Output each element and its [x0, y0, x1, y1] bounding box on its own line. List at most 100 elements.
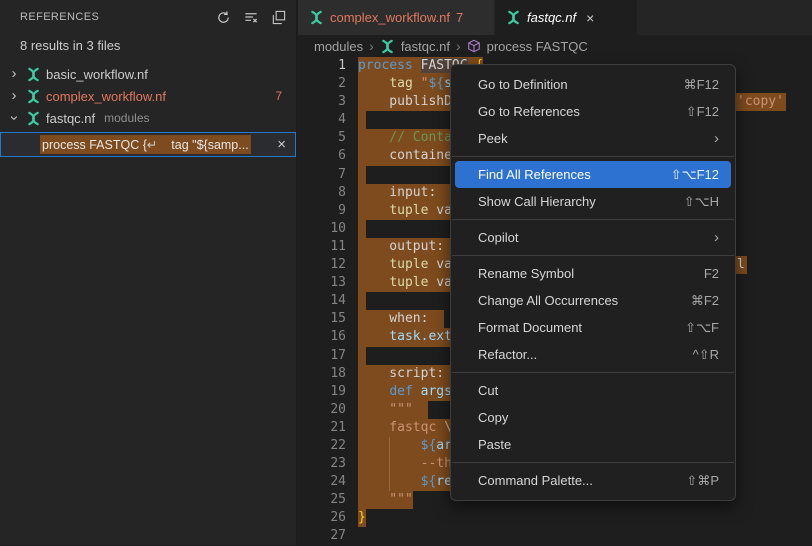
menu-item-find-all-references[interactable]: Find All References⇧⌥F12	[455, 161, 731, 188]
selection-highlight: containe	[358, 147, 452, 165]
return-symbol-icon: ↵	[147, 138, 157, 152]
code-token	[358, 203, 389, 218]
menu-item-label: Change All Occurrences	[478, 293, 673, 308]
menu-item-cut[interactable]: Cut	[455, 377, 731, 404]
code-token: ${	[421, 474, 437, 489]
reference-file-row[interactable]: › fastqc.nfmodules	[0, 107, 296, 129]
nextflow-icon	[380, 39, 395, 54]
selection-highlight	[358, 111, 366, 129]
selection-highlight: def args	[358, 383, 452, 401]
selection-highlight: tuple va	[358, 202, 452, 220]
breadcrumb-folder[interactable]: modules	[314, 39, 363, 54]
code-token	[358, 275, 389, 290]
menu-item-label: Format Document	[478, 320, 667, 335]
code-token: publishD	[358, 94, 452, 109]
menu-item-label: Peek	[478, 131, 714, 146]
selection-highlight: }	[358, 509, 366, 527]
menu-item-copy[interactable]: Copy	[455, 404, 731, 431]
selection-highlight: script:	[358, 365, 452, 383]
selection-highlight: """	[358, 401, 428, 419]
selection-highlight: task.ext	[358, 328, 452, 346]
line-number: 5	[298, 129, 346, 147]
menu-item-shortcut: ⇧⌘P	[686, 473, 719, 489]
menu-item-rename-symbol[interactable]: Rename SymbolF2	[455, 260, 731, 287]
panel-title: REFERENCES	[20, 11, 216, 23]
menu-item-paste[interactable]: Paste	[455, 431, 731, 458]
line-number: 13	[298, 274, 346, 292]
menu-item-shortcut: ⇧⌥F12	[671, 167, 719, 183]
menu-separator	[452, 462, 734, 463]
symbol-cube-icon	[467, 39, 481, 53]
menu-item-refactor[interactable]: Refactor...^⇧R	[455, 341, 731, 368]
code-line[interactable]	[358, 527, 812, 545]
tab-fastqc[interactable]: fastqc.nf ×	[495, 0, 637, 35]
line-number: 9	[298, 202, 346, 220]
code-token: tuple	[389, 257, 436, 272]
line-number: 25	[298, 491, 346, 509]
refresh-button[interactable]	[216, 10, 231, 25]
menu-item-go-to-references[interactable]: Go to References⇧F12	[455, 98, 731, 125]
code-token: task.ext	[358, 329, 452, 344]
collapse-all-icon	[271, 10, 286, 25]
code-fragment: l	[735, 256, 747, 274]
code-token	[358, 76, 389, 91]
tab-complex-workflow[interactable]: complex_workflow.nf 7	[298, 0, 494, 35]
code-line[interactable]: }	[358, 509, 812, 527]
clear-all-icon	[243, 10, 259, 25]
code-token: args	[421, 384, 452, 399]
menu-item-shortcut: ⇧⌥H	[684, 194, 719, 210]
chevron-right-icon[interactable]: ›	[7, 89, 21, 103]
chevron-right-icon[interactable]: ›	[7, 67, 21, 81]
line-number: 19	[298, 383, 346, 401]
reference-result-selected[interactable]: process FASTQC {↵ tag "${samp... ×	[0, 132, 296, 157]
breadcrumb: modules › fastqc.nf › process FASTQC	[298, 35, 812, 57]
breadcrumb-symbol[interactable]: process FASTQC	[487, 39, 588, 54]
line-number: 2	[298, 75, 346, 93]
line-number: 18	[298, 365, 346, 383]
nextflow-icon	[26, 67, 41, 82]
menu-item-peek[interactable]: Peek›	[455, 125, 731, 152]
code-token: containe	[358, 148, 452, 163]
menu-item-copilot[interactable]: Copilot›	[455, 224, 731, 251]
result-count-badge: 7	[275, 89, 282, 103]
chevron-down-icon[interactable]: ›	[7, 111, 21, 125]
reference-file-row[interactable]: › basic_workflow.nf	[0, 63, 296, 85]
code-token: tuple	[389, 203, 436, 218]
nextflow-icon	[309, 10, 324, 25]
reference-file-row[interactable]: › complex_workflow.nf7	[0, 85, 296, 107]
line-number: 12	[298, 256, 346, 274]
menu-item-label: Go to References	[478, 104, 668, 119]
selection-highlight: output:	[358, 238, 452, 256]
file-name: basic_workflow.nf	[46, 67, 148, 82]
line-number: 26	[298, 509, 346, 527]
close-tab-icon[interactable]: ×	[586, 10, 594, 26]
selection-highlight: when:	[358, 310, 444, 328]
indent-guide	[389, 455, 390, 473]
line-number: 8	[298, 184, 346, 202]
menu-item-change-all-occurrences[interactable]: Change All Occurrences⌘F2	[455, 287, 731, 314]
line-number: 23	[298, 455, 346, 473]
references-tree: › basic_workflow.nf› complex_workflow.nf…	[0, 63, 296, 129]
breadcrumb-file[interactable]: fastqc.nf	[401, 39, 450, 54]
line-number: 24	[298, 473, 346, 491]
code-token: script:	[358, 366, 452, 381]
menu-item-format-document[interactable]: Format Document⇧⌥F	[455, 314, 731, 341]
menu-separator	[452, 156, 734, 157]
symbol-cube-icon	[467, 39, 481, 53]
line-number: 27	[298, 527, 346, 545]
selection-highlight	[358, 347, 366, 365]
collapse-all-button[interactable]	[271, 10, 286, 25]
line-number: 22	[298, 437, 346, 455]
nextflow-icon	[506, 10, 521, 25]
clear-all-button[interactable]	[243, 10, 259, 25]
menu-separator	[452, 219, 734, 220]
selection-highlight: ${re	[358, 473, 452, 491]
selection-highlight: publishD	[358, 93, 452, 111]
code-token: when:	[358, 311, 444, 326]
menu-item-command-palette[interactable]: Command Palette...⇧⌘P	[455, 467, 731, 494]
menu-item-go-to-definition[interactable]: Go to Definition⌘F12	[455, 71, 731, 98]
menu-item-show-call-hierarchy[interactable]: Show Call Hierarchy⇧⌥H	[455, 188, 731, 215]
nextflow-icon	[309, 10, 324, 25]
dismiss-result-icon[interactable]: ×	[277, 136, 286, 153]
file-name: fastqc.nf	[46, 111, 95, 126]
